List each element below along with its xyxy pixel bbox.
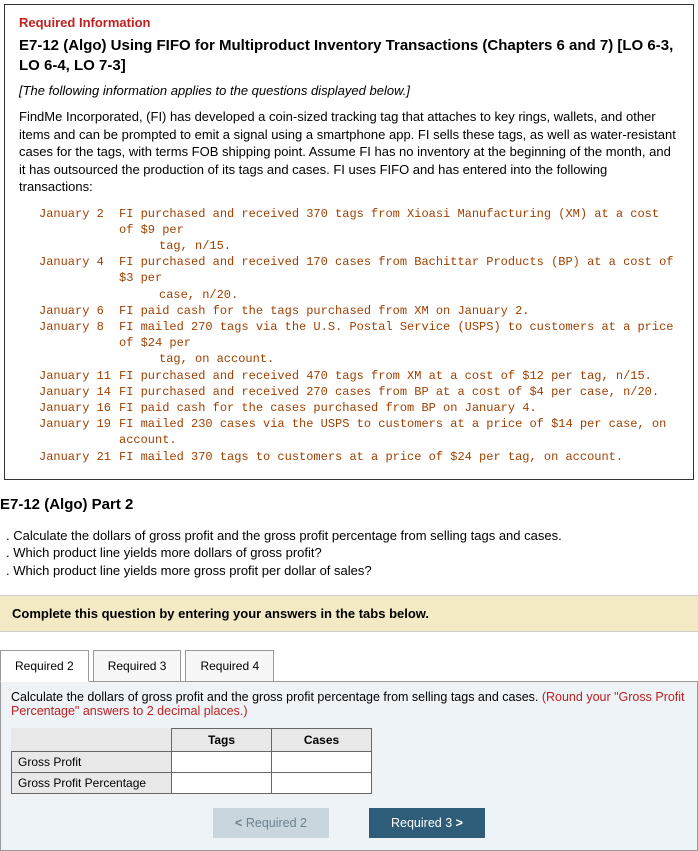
chevron-right-icon: > — [456, 816, 463, 830]
tx-body: FI purchased and received 270 cases from… — [119, 384, 679, 400]
input-tags-gross-profit[interactable] — [172, 752, 272, 773]
scenario-paragraph: FindMe Incorporated, (FI) has developed … — [19, 108, 679, 196]
question-1: . Calculate the dollars of gross profit … — [6, 527, 698, 545]
exercise-title: E7-12 (Algo) Using FIFO for Multiproduct… — [19, 36, 679, 75]
next-button[interactable]: Required 3 > — [369, 808, 485, 838]
chevron-left-icon: < — [235, 816, 242, 830]
tx-date: January 2 — [39, 206, 119, 238]
part-title: E7-12 (Algo) Part 2 — [0, 496, 698, 513]
tx-body: FI mailed 270 tags via the U.S. Postal S… — [119, 319, 679, 351]
tab-required-2[interactable]: Required 2 — [0, 650, 89, 682]
row-label-gross-profit: Gross Profit — [12, 752, 172, 773]
tx-cont: tag, on account. — [39, 351, 679, 367]
tx-date: January 8 — [39, 319, 119, 351]
tx-body: FI purchased and received 370 tags from … — [119, 206, 679, 238]
input-cases-gross-profit-pct[interactable] — [272, 773, 372, 794]
col-header-cases: Cases — [272, 729, 372, 752]
tab-content: Calculate the dollars of gross profit an… — [0, 682, 698, 851]
question-3: . Which product line yields more gross p… — [6, 562, 698, 580]
input-cases-gross-profit[interactable] — [272, 752, 372, 773]
tx-cont: case, n/20. — [39, 287, 679, 303]
tab-instruction: Calculate the dollars of gross profit an… — [11, 690, 687, 718]
tx-date: January 11 — [39, 368, 119, 384]
tx-body: FI mailed 370 tags to customers at a pri… — [119, 449, 679, 465]
nav-row: < Required 2 Required 3 > — [11, 808, 687, 838]
tab-required-3[interactable]: Required 3 — [93, 650, 182, 681]
question-2: . Which product line yields more dollars… — [6, 544, 698, 562]
next-label: Required 3 — [391, 816, 452, 830]
answer-table: Tags Cases Gross Profit Gross Profit Per… — [11, 728, 372, 794]
col-header-tags: Tags — [172, 729, 272, 752]
tx-body: FI purchased and received 170 cases from… — [119, 254, 679, 286]
prev-label: Required 2 — [246, 816, 307, 830]
transactions-block: January 2FI purchased and received 370 t… — [19, 206, 679, 465]
tx-date: January 16 — [39, 400, 119, 416]
required-info-heading: Required Information — [19, 15, 679, 30]
tab-required-4[interactable]: Required 4 — [185, 650, 274, 681]
applies-note: [The following information applies to th… — [19, 83, 679, 98]
tx-body: FI mailed 230 cases via the USPS to cust… — [119, 416, 679, 448]
info-card: Required Information E7-12 (Algo) Using … — [4, 4, 694, 480]
instr-text: Calculate the dollars of gross profit an… — [11, 690, 542, 704]
input-tags-gross-profit-pct[interactable] — [172, 773, 272, 794]
tx-date: January 4 — [39, 254, 119, 286]
complete-instruction-bar: Complete this question by entering your … — [0, 595, 698, 632]
tx-date: January 6 — [39, 303, 119, 319]
tabs-row: Required 2 Required 3 Required 4 — [0, 650, 698, 682]
tx-body: FI purchased and received 470 tags from … — [119, 368, 679, 384]
tx-date: January 21 — [39, 449, 119, 465]
row-label-gross-profit-pct: Gross Profit Percentage — [12, 773, 172, 794]
tx-body: FI paid cash for the tags purchased from… — [119, 303, 679, 319]
tx-body: FI paid cash for the cases purchased fro… — [119, 400, 679, 416]
tx-date: January 14 — [39, 384, 119, 400]
tx-date: January 19 — [39, 416, 119, 448]
prev-button[interactable]: < Required 2 — [213, 808, 329, 838]
question-list: . Calculate the dollars of gross profit … — [6, 527, 698, 580]
tx-cont: tag, n/15. — [39, 238, 679, 254]
